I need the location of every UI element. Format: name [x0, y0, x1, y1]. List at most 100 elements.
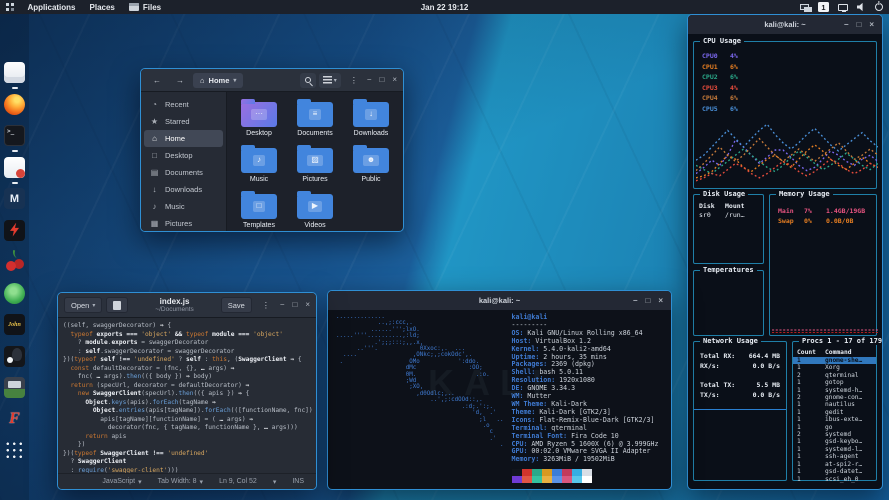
monitor-titlebar[interactable]: kali@kali: ~ − □ × — [688, 15, 882, 34]
folder-videos[interactable]: ▶Videos — [287, 188, 343, 232]
sidebar-item-music[interactable]: ♪Music — [144, 198, 223, 215]
terminal-dock-item[interactable]: >_ — [1, 125, 28, 146]
close-button[interactable]: × — [658, 297, 663, 305]
process-row[interactable]: 1go — [797, 424, 874, 431]
cherries-dock-item[interactable] — [1, 251, 28, 272]
terminal-icon: >_ — [4, 125, 25, 146]
volume-icon[interactable] — [857, 3, 866, 12]
process-row[interactable]: 1systemd-l… — [797, 446, 874, 453]
maximize-button[interactable]: □ — [645, 297, 650, 305]
process-row[interactable]: 1ssh-agent — [797, 453, 874, 460]
code-line: : self.swaggerDecorator = swaggerDecorat… — [63, 348, 316, 357]
minimize-button[interactable]: − — [280, 301, 285, 309]
workspace-indicator[interactable]: 1 — [818, 2, 829, 12]
process-row[interactable]: 1gsd-datet… — [797, 468, 874, 475]
cursor-position[interactable]: Ln 9, Col 52 — [219, 478, 257, 485]
open-button[interactable]: Open ▾ — [64, 297, 102, 313]
sidebar-item-desktop[interactable]: □Desktop — [144, 147, 223, 164]
sidebar-item-starred[interactable]: ★Starred — [144, 113, 223, 130]
sign-post-dock-item[interactable] — [1, 377, 28, 398]
color-swatch — [582, 476, 592, 483]
tab-width-selector[interactable]: Tab Width: 8 ▾ — [158, 478, 203, 486]
process-row[interactable]: 2systemd — [797, 431, 874, 438]
back-button[interactable]: ← — [147, 73, 167, 88]
files-menu[interactable]: Files — [129, 3, 161, 12]
statusbar-dropdown[interactable]: ▾ — [273, 478, 277, 486]
applications-menu[interactable]: Applications — [28, 3, 76, 12]
process-row[interactable]: 1gnome-she… — [793, 357, 876, 364]
workspace-grid-icon[interactable] — [6, 3, 14, 11]
display-icon[interactable] — [838, 4, 848, 11]
language-selector[interactable]: JavaScript ▾ — [102, 478, 141, 486]
process-row[interactable]: 1ibus-exte… — [797, 416, 874, 423]
places-menu[interactable]: Places — [90, 3, 115, 12]
process-row[interactable]: 2qterminal — [797, 372, 874, 379]
sidebar-item-home[interactable]: ⌂Home — [144, 130, 223, 147]
metasploit-dock-item[interactable]: M — [1, 188, 28, 209]
maximize-button[interactable]: □ — [856, 21, 861, 29]
process-row[interactable]: 2gnome-con… — [797, 394, 874, 401]
folder-music[interactable]: ♪Music — [231, 142, 287, 188]
chevron-down-icon: ▾ — [138, 478, 142, 486]
files-dock-item[interactable] — [1, 62, 28, 83]
folder-templates[interactable]: □Templates — [231, 188, 287, 232]
power-icon[interactable] — [875, 3, 883, 11]
maximize-button[interactable]: □ — [379, 76, 384, 84]
close-button[interactable]: × — [305, 301, 310, 309]
firefox-dock-item[interactable] — [1, 94, 28, 115]
search-button[interactable] — [300, 73, 316, 88]
sidebar-item-recent[interactable]: ◔Recent — [144, 96, 223, 113]
current-location: Home — [209, 76, 230, 85]
folder-desktop[interactable]: ···Desktop — [231, 96, 287, 142]
network-icon[interactable] — [800, 4, 809, 10]
disk-usage-box: Disk Usage DiskMountsr0/run… — [693, 194, 764, 264]
app-grid-dock-item[interactable] — [1, 440, 28, 461]
cpu-list: CPU04%CPU16%CPU26%CPU34%CPU46%CPU56% — [694, 42, 876, 114]
view-options-button[interactable]: ▾ — [319, 73, 341, 88]
sidebar-item-pictures[interactable]: ▦Pictures — [144, 215, 223, 232]
john-the-ripper-dock-item[interactable]: John — [1, 314, 28, 335]
close-button[interactable]: × — [392, 76, 397, 84]
minimize-button[interactable]: − — [844, 21, 849, 29]
maximize-button[interactable]: □ — [292, 301, 297, 309]
process-row[interactable]: 1at-spi2-r… — [797, 461, 874, 468]
terminal-body[interactable]: KALI .............. ..,;:ccc,. ......'''… — [328, 310, 671, 489]
minimize-button[interactable]: − — [367, 76, 372, 84]
green-creature-dock-item[interactable] — [1, 283, 28, 304]
minimize-button[interactable]: − — [633, 297, 638, 305]
text-editor-dock-item[interactable] — [1, 157, 28, 178]
bolt-box-dock-item[interactable] — [1, 220, 28, 241]
process-row[interactable]: 1gotop — [797, 379, 874, 386]
editor-menu-button[interactable]: ⋮ — [256, 298, 276, 313]
sidebar-item-downloads[interactable]: ↓Downloads — [144, 181, 223, 198]
forward-button[interactable]: → — [170, 73, 190, 88]
document-icon — [113, 301, 121, 310]
dock: >_ M John F — [1, 62, 29, 461]
sidebar-item-documents[interactable]: ▤Documents — [144, 164, 223, 181]
process-row[interactable]: 1nautilus — [797, 401, 874, 408]
close-button[interactable]: × — [869, 21, 874, 29]
letter-f-icon: F — [4, 409, 25, 430]
process-row[interactable]: 1gedit — [797, 409, 874, 416]
code-line: ? module.exports = swaggerDecorator — [63, 339, 316, 348]
open-button-label: Open — [71, 301, 89, 310]
code-editor-area[interactable]: ((self, swaggerDecorator) ⇒ { typeof exp… — [58, 318, 316, 473]
save-button[interactable]: Save — [221, 297, 252, 313]
terminal-titlebar[interactable]: kali@kali: ~ − □ × — [328, 291, 671, 310]
new-document-button[interactable] — [106, 297, 128, 313]
process-row[interactable]: 1systemd-h… — [797, 387, 874, 394]
process-list-box: Procs 1 - 17 of 179 Count Command 1gnome… — [792, 341, 877, 481]
folder-downloads[interactable]: ↓Downloads — [343, 96, 399, 142]
network-usage-title: Network Usage — [700, 337, 761, 345]
letter-f-dock-item[interactable]: F — [1, 409, 28, 430]
folder-public[interactable]: ☻Public — [343, 142, 399, 188]
folder-pictures[interactable]: ▨Pictures — [287, 142, 343, 188]
process-row[interactable]: 1Xorg — [797, 364, 874, 371]
folder-documents[interactable]: ≡Documents — [287, 96, 343, 142]
menu-button[interactable]: ⋮ — [344, 73, 364, 88]
files-icon — [4, 62, 25, 83]
dog-dock-item[interactable] — [1, 346, 28, 367]
process-row[interactable]: 1scsi_eh_0 — [797, 476, 874, 483]
process-row[interactable]: 1gsd-keybo… — [797, 438, 874, 445]
path-bar[interactable]: ⌂ Home ▾ — [193, 73, 243, 88]
